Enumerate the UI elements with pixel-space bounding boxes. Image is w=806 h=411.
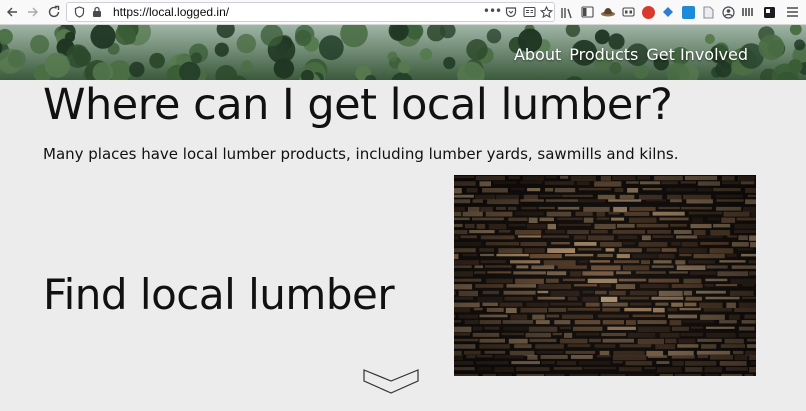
account-icon[interactable] [721,4,735,20]
nav-get-involved-link[interactable]: Get Involved [646,45,748,64]
bookmark-star-icon[interactable] [539,4,553,20]
extension-page-icon[interactable] [701,4,715,20]
sidebar-icon[interactable] [580,4,594,20]
library-icon[interactable] [560,4,574,20]
menu-icon[interactable] [785,4,799,20]
section-title: Find local lumber [43,270,395,319]
lumber-stack-image [454,175,756,376]
extension-s-badge-icon[interactable] [682,6,695,19]
page-actions-icon[interactable]: ••• [483,3,502,19]
extension-red-circle-icon[interactable] [642,6,655,19]
reload-icon[interactable] [47,4,61,20]
lock-icon[interactable] [91,4,103,20]
extension-square-icon[interactable] [762,4,776,20]
url-text: https://local.logged.in/ [113,5,230,19]
extension-controller-icon[interactable] [621,4,635,20]
extension-hat-icon[interactable] [600,4,616,20]
pocket-icon[interactable] [504,4,518,20]
browser-toolbar: https://local.logged.in/ ••• [0,0,806,25]
back-icon[interactable] [5,4,19,20]
nav-about-link[interactable]: About [514,45,561,64]
intro-text: Many places have local lumber products, … [43,145,679,163]
shield-icon[interactable] [73,4,85,20]
extension-bars-icon[interactable] [740,4,756,20]
forest-header-banner: About Products Get Involved [0,25,806,80]
lumber-stack-photo [454,175,756,376]
extension-diamond-icon[interactable] [661,4,675,20]
page-headline: Where can I get local lumber? [43,80,673,130]
nav-products-link[interactable]: Products [569,45,638,64]
scroll-down-chevron-icon[interactable] [362,366,420,396]
forward-icon[interactable] [26,4,40,20]
reader-view-icon[interactable] [522,4,536,20]
site-nav: About Products Get Involved [514,45,748,64]
address-bar[interactable]: https://local.logged.in/ ••• [66,2,555,22]
